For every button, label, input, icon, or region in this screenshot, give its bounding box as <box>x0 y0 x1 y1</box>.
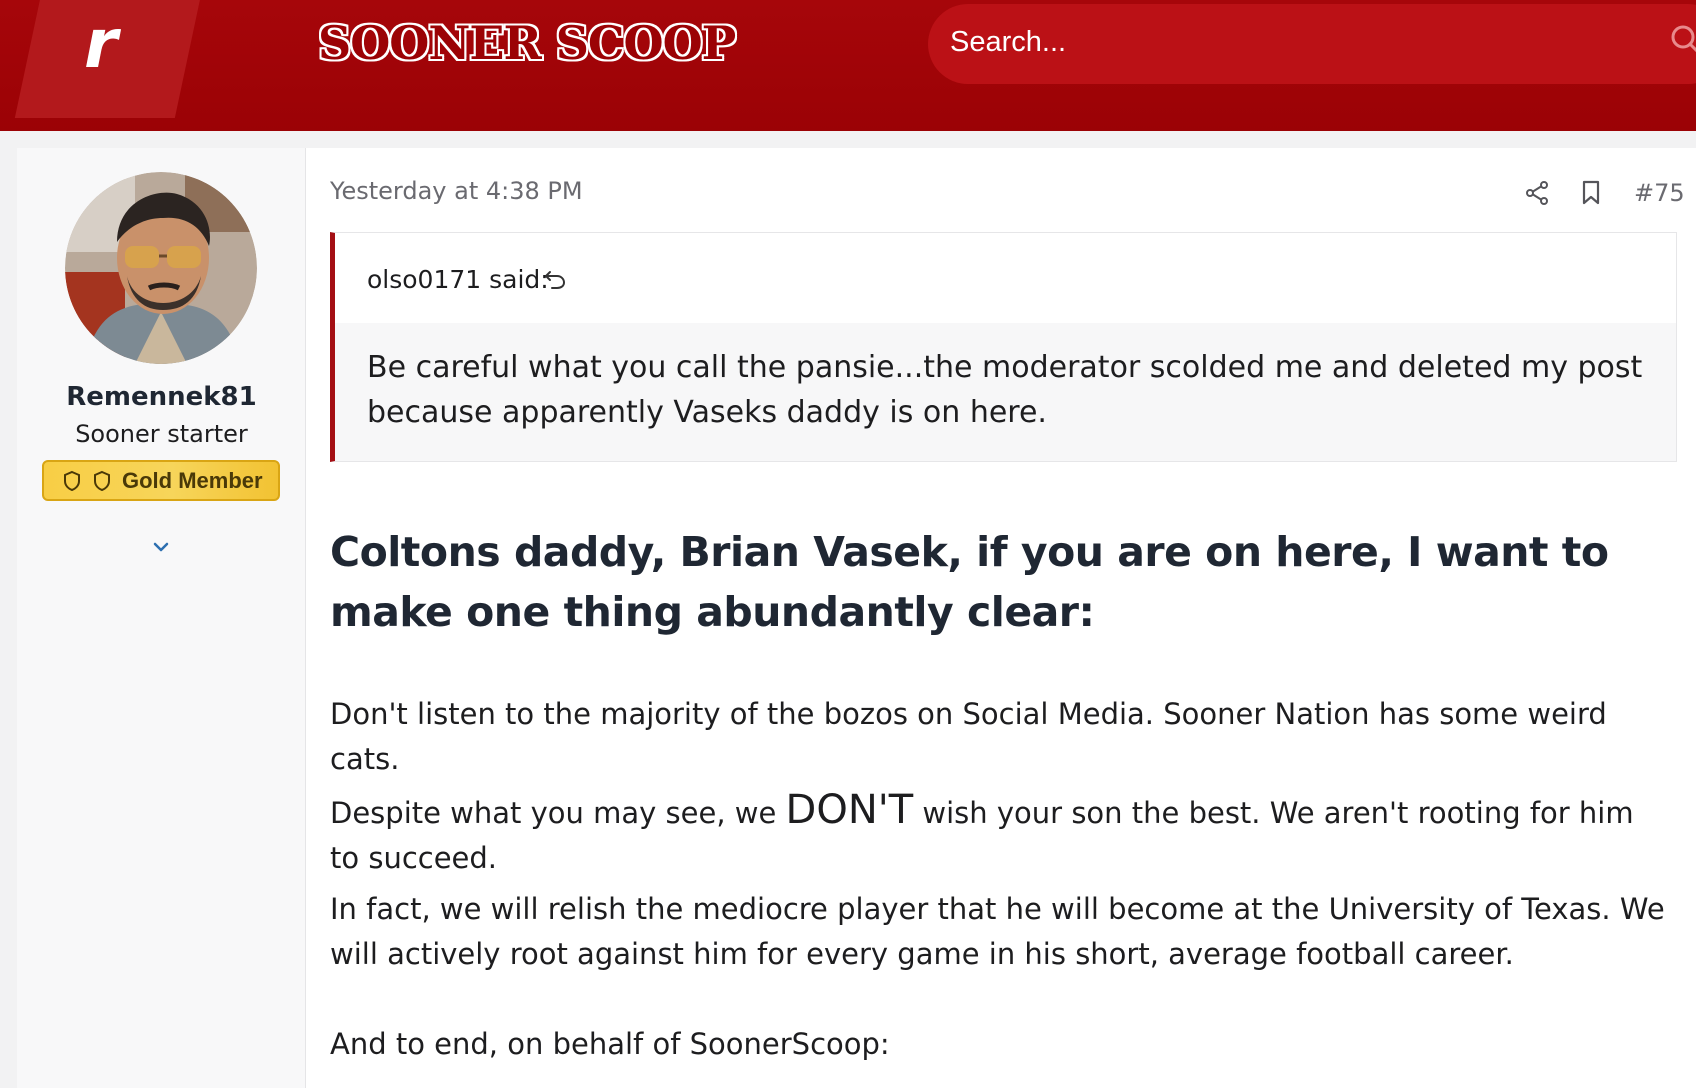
gold-member-badge: Gold Member <box>42 460 280 501</box>
search-icon[interactable] <box>1668 22 1696 58</box>
shield-icon <box>64 470 80 492</box>
chevron-down-icon[interactable] <box>150 536 172 558</box>
paragraph-2-emphasis: DON'T <box>785 787 914 833</box>
search-placeholder[interactable]: Search... <box>950 22 1066 62</box>
post-paragraph-1: Don't listen to the majority of the bozo… <box>330 697 1607 776</box>
post-paragraph-2: Despite what you may see, we DON'T wish … <box>330 788 1670 881</box>
avatar[interactable] <box>65 172 257 364</box>
badge-label: Gold Member <box>122 468 263 493</box>
quote-author[interactable]: olso0171 said: <box>367 263 549 297</box>
paragraph-2-text-before: Despite what you may see, we <box>330 796 786 830</box>
author-username[interactable]: Remennek81 <box>17 380 306 414</box>
brand-wordmark[interactable]: SOONER SCOOP <box>318 14 736 72</box>
author-user-title: Sooner starter <box>75 420 248 448</box>
post-number-link[interactable]: #75 <box>1634 177 1685 209</box>
post-date[interactable]: Yesterday at 4:38 PM <box>330 175 583 207</box>
quote-text: Be careful what you call the pansie...th… <box>367 350 1643 430</box>
site-header: r SOONER SCOOP Search... <box>0 0 1696 131</box>
post-heading: Coltons daddy, Brian Vasek, if you are o… <box>330 528 1609 636</box>
share-icon[interactable] <box>1524 180 1550 206</box>
reply-icon[interactable] <box>543 267 567 291</box>
quote-block: olso0171 said: Be careful what you call … <box>330 232 1677 462</box>
post-paragraph-3: In fact, we will relish the mediocre pla… <box>330 892 1665 971</box>
site-logo[interactable]: r <box>84 10 118 80</box>
bookmark-icon[interactable] <box>1580 180 1602 206</box>
post-paragraph-4: And to end, on behalf of SoonerScoop: <box>330 1027 890 1061</box>
shield-icon <box>94 470 110 492</box>
